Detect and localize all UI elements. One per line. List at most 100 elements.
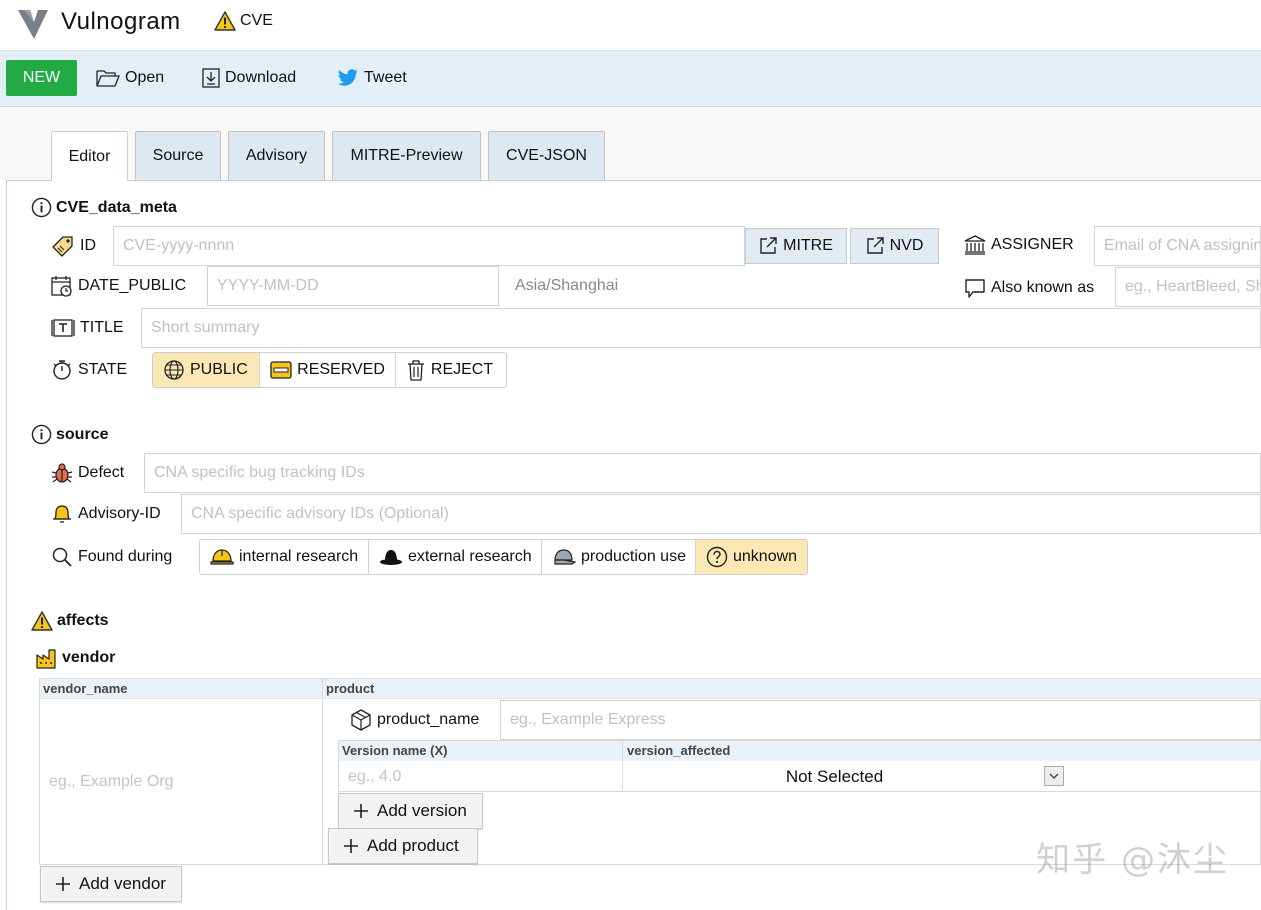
app-title: Vulnogram <box>61 8 181 35</box>
state-reserved-label: RESERVED <box>297 361 385 378</box>
folder-open-icon <box>96 68 120 88</box>
warning-icon <box>31 611 53 631</box>
state-option-reserved[interactable]: RESERVED <box>260 353 396 387</box>
id-label-text: ID <box>80 237 96 254</box>
external-link-icon <box>866 237 884 255</box>
globe-icon <box>163 359 185 381</box>
mitre-label: MITRE <box>783 237 833 254</box>
download-label: Download <box>225 69 297 86</box>
vendor-table-header <box>40 679 1261 699</box>
add-version-button[interactable]: Add version <box>338 793 483 829</box>
product-name-input[interactable]: eg., Example Express <box>500 700 1261 740</box>
found-production-label: production use <box>581 548 686 565</box>
vendor-name-input[interactable]: eg., Example Org <box>40 700 322 864</box>
cve-data-meta-heading[interactable]: CVE_data_meta <box>31 197 177 218</box>
tweet-label: Tweet <box>364 69 407 86</box>
state-option-public[interactable]: PUBLIC <box>153 353 261 387</box>
found-unknown-label: unknown <box>733 548 798 565</box>
calendar-clock-icon <box>51 275 73 297</box>
tweet-button[interactable]: Tweet <box>337 60 407 96</box>
mitre-button[interactable]: MITRE <box>745 228 847 264</box>
affects-title: affects <box>57 612 109 629</box>
also-known-as-input[interactable]: eg., HeartBleed, Shellshock <box>1115 267 1261 307</box>
tab-mitre-preview[interactable]: MITRE-Preview <box>332 131 481 180</box>
fedora-hat-icon <box>379 548 403 566</box>
found-during-label: Found during <box>51 546 172 568</box>
found-option-unknown[interactable]: unknown <box>696 540 807 574</box>
product-name-label-text: product_name <box>377 711 480 728</box>
tab-cve-json[interactable]: CVE-JSON <box>488 131 605 180</box>
title-input[interactable]: Short summary <box>141 308 1261 348</box>
tab-source[interactable]: Source <box>135 131 221 180</box>
cve-badge: CVE <box>214 11 273 31</box>
plus-icon <box>343 838 359 854</box>
state-label-text: STATE <box>78 361 128 378</box>
defect-input[interactable]: CNA specific bug tracking IDs <box>144 453 1261 493</box>
found-option-production-use[interactable]: production use <box>542 540 696 574</box>
vulnogram-logo[interactable] <box>18 8 50 40</box>
state-label: STATE <box>51 359 127 381</box>
advisory-id-label: Advisory-ID <box>51 503 161 525</box>
plus-icon <box>353 803 369 819</box>
title-icon <box>51 317 75 339</box>
stopwatch-icon <box>51 359 73 381</box>
open-button[interactable]: Open <box>96 60 164 96</box>
version-affected-select[interactable]: Not Selected <box>623 762 1066 791</box>
info-icon <box>31 424 52 445</box>
app-header <box>0 0 1261 50</box>
version-table-header <box>339 741 1261 761</box>
new-button[interactable]: NEW <box>6 60 77 96</box>
add-vendor-button[interactable]: Add vendor <box>40 866 182 902</box>
vendor-heading[interactable]: vendor <box>36 647 115 669</box>
nvd-button[interactable]: NVD <box>850 228 939 264</box>
download-button[interactable]: Download <box>202 60 296 96</box>
assigner-label-text: ASSIGNER <box>991 236 1074 253</box>
hard-hat-icon <box>210 547 234 567</box>
date-public-label-text: DATE_PUBLIC <box>78 277 187 294</box>
add-product-button[interactable]: Add product <box>328 828 478 864</box>
state-option-reject[interactable]: REJECT <box>396 353 506 387</box>
version-affected-column-header: version_affected <box>627 743 731 758</box>
title-label-text: TITLE <box>80 319 124 336</box>
add-product-label: Add product <box>367 836 459 855</box>
vendor-title: vendor <box>62 649 116 666</box>
bank-icon <box>964 235 986 255</box>
plus-icon <box>55 876 71 892</box>
open-label: Open <box>125 69 165 86</box>
affects-heading[interactable]: affects <box>31 611 109 631</box>
cube-icon <box>350 709 372 731</box>
found-during-label-text: Found during <box>78 548 173 565</box>
defect-label: Defect <box>51 462 124 484</box>
bell-icon <box>51 503 73 525</box>
external-link-icon <box>759 237 777 255</box>
download-icon <box>202 68 220 88</box>
timezone-text: Asia/Shanghai <box>515 277 619 294</box>
product-column-header: product <box>326 681 375 696</box>
nvd-label: NVD <box>889 237 924 254</box>
version-name-column-header: Version name (X) <box>342 743 448 758</box>
tab-advisory[interactable]: Advisory <box>228 131 325 180</box>
factory-icon <box>36 647 58 669</box>
speech-bubble-icon <box>964 277 986 299</box>
add-vendor-label: Add vendor <box>79 874 166 893</box>
found-option-internal-research[interactable]: internal research <box>200 540 369 574</box>
found-external-label: external research <box>408 548 532 565</box>
cve-badge-label: CVE <box>240 12 273 29</box>
id-input[interactable]: CVE-yyyy-nnnn <box>113 226 745 266</box>
watermark: 知乎 @沐尘 <box>1036 840 1229 880</box>
assigner-input[interactable]: Email of CNA assigning this ID <box>1094 226 1261 266</box>
date-public-input[interactable]: YYYY-MM-DD <box>207 266 499 306</box>
source-heading[interactable]: source <box>31 424 108 445</box>
found-option-external-research[interactable]: external research <box>369 540 542 574</box>
vendor-name-column-header: vendor_name <box>43 681 128 696</box>
bug-icon <box>51 462 73 484</box>
cap-icon <box>552 548 576 566</box>
question-icon <box>706 546 728 568</box>
state-public-label: PUBLIC <box>190 361 248 378</box>
defect-label-text: Defect <box>78 464 125 481</box>
found-during-selector: internal research external research prod… <box>199 539 808 575</box>
version-name-input[interactable]: eg., 4.0 <box>339 762 622 791</box>
tab-editor[interactable]: Editor <box>51 131 128 181</box>
cve-data-meta-title: CVE_data_meta <box>56 198 177 216</box>
advisory-id-input[interactable]: CNA specific advisory IDs (Optional) <box>181 494 1261 534</box>
